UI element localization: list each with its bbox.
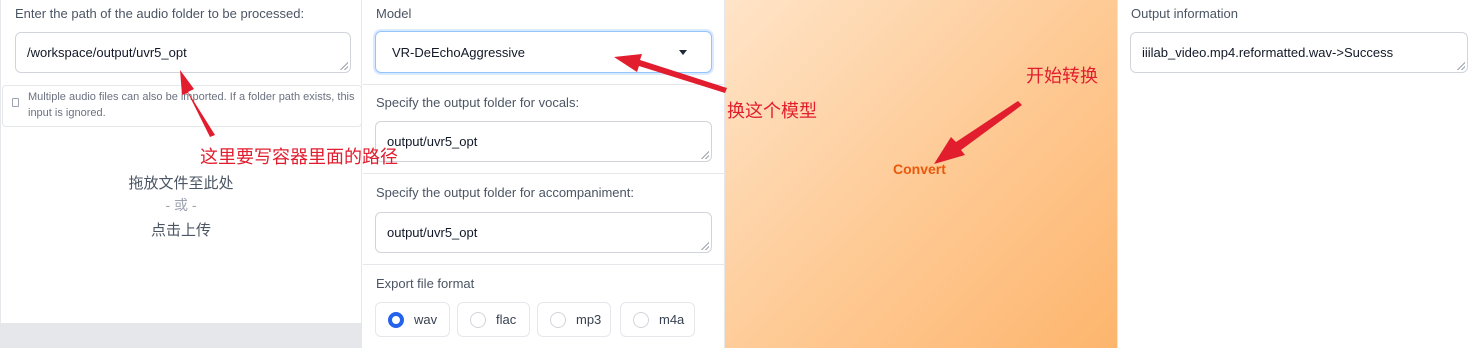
output-info-value: iiilab_video.mp4.reformatted.wav->Succes… — [1142, 45, 1394, 60]
settings-panel: Model VR-DeEchoAggressive Specify the ou… — [363, 0, 725, 348]
radio-unselected-icon — [470, 311, 486, 328]
accompaniment-folder-field[interactable]: output/uvr5_opt — [375, 212, 712, 253]
input-path-value: /workspace/output/uvr5_opt — [27, 45, 187, 60]
model-selected-value: VR-DeEchoAggressive — [392, 44, 525, 60]
input-path-label: Enter the path of the audio folder to be… — [15, 6, 305, 21]
format-option-label: mp3 — [576, 312, 602, 327]
format-option-label: m4a — [659, 312, 685, 327]
vocals-folder-field[interactable]: output/uvr5_opt — [375, 121, 712, 162]
convert-annotation: 开始转换 — [1026, 66, 1098, 87]
resize-handle-icon[interactable] — [701, 242, 709, 250]
model-annotation: 换这个模型 — [727, 101, 817, 122]
divider — [363, 173, 725, 174]
convert-button-label: Convert — [893, 161, 946, 177]
format-option-wav[interactable]: wav — [375, 302, 450, 337]
input-info-box: Multiple audio files can also be importe… — [2, 85, 362, 127]
radio-unselected-icon — [550, 311, 566, 328]
upload-footer-bar — [1, 323, 361, 348]
input-path-field[interactable]: /workspace/output/uvr5_opt — [15, 32, 351, 73]
divider — [363, 264, 725, 265]
resize-handle-icon[interactable] — [340, 62, 348, 70]
radio-unselected-icon — [633, 311, 649, 328]
vocals-folder-value: output/uvr5_opt — [387, 134, 478, 149]
format-option-flac[interactable]: flac — [457, 302, 530, 337]
divider — [363, 84, 725, 85]
resize-handle-icon[interactable] — [1457, 62, 1465, 70]
upload-or-text: - 或 - — [165, 197, 197, 213]
document-icon — [12, 98, 19, 107]
output-info-label: Output information — [1131, 6, 1238, 21]
input-info-text: Multiple audio files can also be importe… — [28, 91, 355, 119]
model-label: Model — [376, 6, 412, 21]
accompaniment-folder-label: Specify the output folder for accompanim… — [376, 185, 634, 200]
path-annotation: 这里要写容器里面的路径 — [200, 147, 398, 168]
vocals-folder-label: Specify the output folder for vocals: — [376, 95, 580, 110]
format-option-label: flac — [496, 312, 517, 327]
format-option-mp3[interactable]: mp3 — [537, 302, 611, 337]
upload-click-text: 点击上传 — [150, 222, 211, 239]
chevron-down-icon — [679, 50, 687, 55]
output-info-field[interactable]: iiilab_video.mp4.reformatted.wav->Succes… — [1130, 32, 1468, 73]
convert-button[interactable]: Convert — [725, 0, 1117, 348]
resize-handle-icon[interactable] — [701, 151, 709, 159]
upload-drop-text: 拖放文件至此处 — [128, 175, 234, 192]
radio-selected-icon — [388, 311, 404, 328]
accompaniment-folder-value: output/uvr5_opt — [387, 225, 478, 240]
format-option-label: wav — [414, 312, 438, 327]
export-format-label: Export file format — [376, 276, 475, 291]
output-panel: Output information iiilab_video.mp4.refo… — [1117, 0, 1477, 348]
input-panel: Enter the path of the audio folder to be… — [0, 0, 362, 348]
format-option-m4a[interactable]: m4a — [620, 302, 695, 337]
model-dropdown[interactable]: VR-DeEchoAggressive — [375, 31, 712, 73]
